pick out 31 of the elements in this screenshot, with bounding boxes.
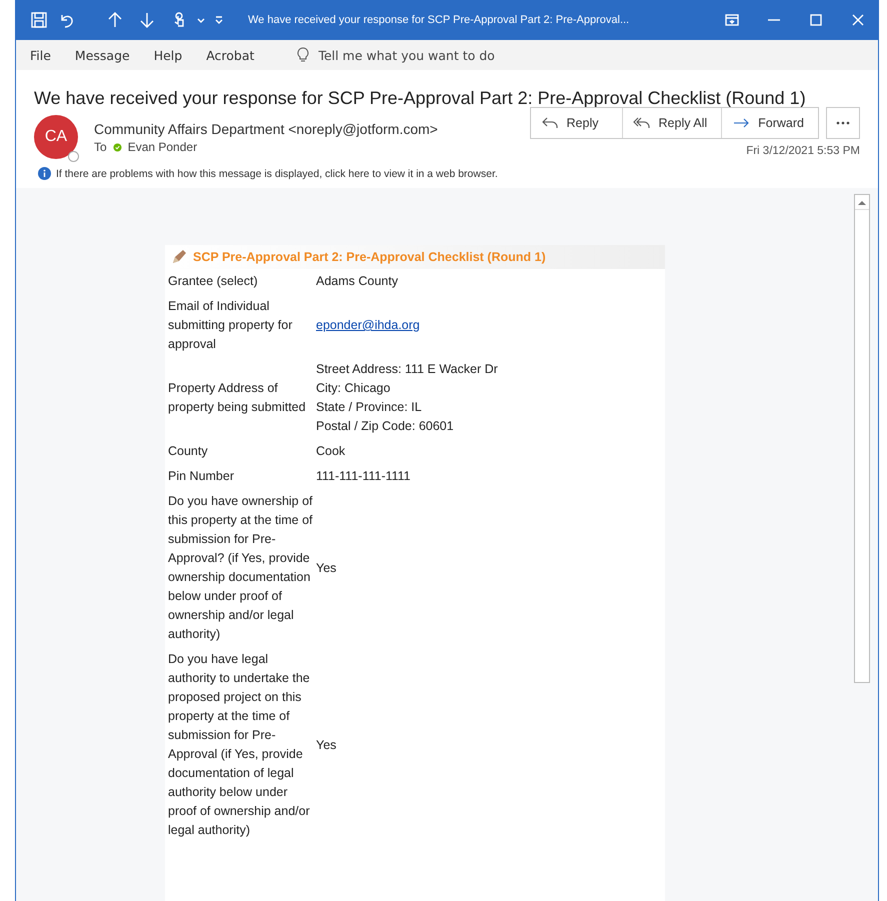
field-label: County — [168, 443, 209, 460]
form-title: SCP Pre-Approval Part 2: Pre-Approval Checklist (Round 1) — [193, 250, 546, 264]
field-label: Email of Individual submitting property for approval — [168, 298, 294, 353]
menu-tab[interactable]: Acrobat — [196, 48, 264, 62]
field-label: Do you have ownership of this property at the time of submission for Pre-Approval? (if Yes, provide ownership documentation below under proof of ownership and/or legal authority) — [168, 493, 314, 643]
received-date: Fri 3/12/2021 5:53 PM — [746, 145, 860, 157]
sender-avatar: CA — [34, 115, 78, 159]
field-value: Yes — [316, 736, 338, 754]
message-subject: We have received your response for SCP Pre-Approval Part 2: Pre-Approval Checklist (Round 1) — [34, 88, 807, 109]
info-bar-message[interactable]: If there are problems with how this message is displayed, click here to view it in a web browser. — [56, 168, 498, 180]
sender-name[interactable]: Community Affairs Department <noreply@jotform.com> — [94, 121, 438, 137]
field-value: State / Province: IL — [316, 399, 423, 416]
field-label: Property Address of property being submitted — [168, 380, 307, 416]
field-value: Adams County — [316, 273, 399, 290]
field-value: 111-111-111-1111 — [316, 468, 412, 485]
field-value: Street Address: 111 E Wacker Dr — [316, 361, 499, 378]
field-value: Postal / Zip Code: 60601 — [316, 418, 455, 435]
field-label: Do you have legal authority to undertake the proposed project on this property at the time of submission for Pre-Approval (if Yes, provide documentation of legal authority below under proof of ownership and/or legal authority) — [168, 651, 311, 839]
email-link[interactable]: eponder@ihda.org — [316, 318, 420, 332]
recipient-name[interactable]: Evan Ponder — [128, 140, 198, 154]
window-title: We have received your response for SCP Pre-Approval Part 2: Pre-Approval... — [248, 14, 630, 26]
field-value: Cook — [316, 443, 346, 460]
to-label: To — [94, 140, 107, 154]
field-value: City: Chicago — [316, 380, 392, 397]
menu-tab[interactable]: Help — [144, 48, 192, 62]
menu-tab[interactable]: File — [20, 48, 61, 62]
tell-me-search[interactable]: Tell me what you want to do — [290, 46, 501, 64]
field-label: Grantee (select) — [168, 273, 259, 290]
field-value: Yes — [316, 560, 338, 576]
field-label: Pin Number — [168, 468, 235, 485]
menu-tab[interactable]: Message — [64, 48, 140, 62]
